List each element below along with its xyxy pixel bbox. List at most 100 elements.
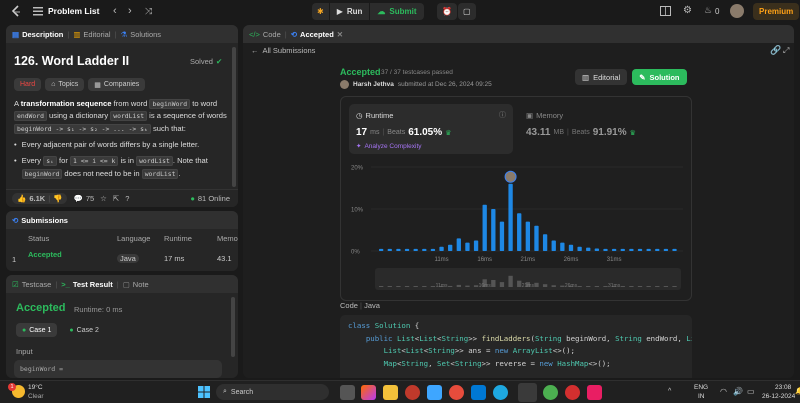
description-scrollbar[interactable] bbox=[232, 47, 236, 187]
check-circle-icon: ✔ bbox=[215, 57, 223, 66]
info-icon[interactable]: ⓘ bbox=[499, 110, 506, 120]
test-tabs: ☑ Testcase | >_ Test Result | ▢ Note bbox=[6, 275, 238, 293]
avatar[interactable] bbox=[730, 4, 744, 18]
code-viewer[interactable]: class Solution { public List<List<String… bbox=[340, 315, 692, 378]
battery-icon[interactable]: ▭ bbox=[747, 387, 755, 396]
minimap-bar bbox=[465, 285, 470, 287]
chart-bar bbox=[586, 247, 591, 251]
clock-date[interactable]: 26-12-2024 bbox=[762, 393, 795, 400]
opera-icon[interactable] bbox=[405, 385, 420, 400]
difficulty-badge[interactable]: Hard bbox=[14, 78, 42, 91]
editorial-button[interactable]: ▥ Editorial bbox=[575, 69, 628, 85]
app-icon[interactable] bbox=[565, 385, 580, 400]
taskbar-search[interactable]: ⌕ Search bbox=[216, 384, 329, 400]
bullet-item: • Every adjacent pair of words differs by… bbox=[14, 140, 200, 149]
minimap-bar bbox=[534, 282, 539, 287]
volume-icon[interactable]: 🔊 bbox=[733, 387, 743, 396]
x-tick-label: 16ms bbox=[477, 257, 492, 263]
problem-list-link[interactable]: Problem List bbox=[48, 6, 99, 16]
app-icon[interactable] bbox=[587, 385, 602, 400]
timer-button[interactable]: ⏰ bbox=[437, 3, 457, 20]
debug-button[interactable]: ✱ bbox=[312, 3, 329, 20]
tab-submissions[interactable]: ⟲ Submissions bbox=[12, 216, 68, 225]
file-explorer-icon[interactable] bbox=[383, 385, 398, 400]
chart-bar bbox=[413, 248, 418, 251]
column-status[interactable]: Status bbox=[28, 234, 49, 243]
share-icon[interactable]: ⇱ bbox=[113, 194, 119, 203]
close-icon[interactable]: ✕ bbox=[337, 30, 343, 39]
tab-editorial[interactable]: ▥ Editorial bbox=[73, 30, 110, 39]
runtime-box[interactable]: ◷ Runtime ⓘ 17 ms | Beats 61.05% ♛ ✦ Analyze Co… bbox=[349, 104, 513, 154]
leetcode-logo-icon[interactable] bbox=[10, 5, 22, 18]
shuffle-icon[interactable]: ⤨ bbox=[145, 6, 152, 17]
like-button[interactable]: 👍 6.1K | 👎 bbox=[12, 193, 68, 204]
tab-testcase[interactable]: ☑ Testcase bbox=[12, 280, 51, 289]
tab-solutions[interactable]: ⚗ Solutions bbox=[120, 30, 161, 39]
input-label: Input bbox=[16, 347, 33, 356]
active-app-icon[interactable] bbox=[518, 383, 537, 402]
comments-button[interactable]: 💬 75 bbox=[73, 194, 94, 203]
layout-icon[interactable] bbox=[660, 6, 671, 16]
cloud-upload-icon: ☁ bbox=[377, 7, 386, 16]
runtime-distribution-chart[interactable]: 20% 10% 0% 11ms 16ms 21ms 26ms 31ms 11ms 16ms 21ms… bbox=[349, 159, 689, 297]
expand-icon[interactable]: ⤢ bbox=[783, 46, 789, 56]
column-memory[interactable]: Memo bbox=[217, 234, 238, 243]
table-row[interactable]: 1 Accepted Java 17 ms 43.1 bbox=[6, 249, 238, 263]
windows-start-icon[interactable] bbox=[198, 386, 210, 400]
solution-button[interactable]: ✎ Solution bbox=[632, 69, 687, 85]
tab-description[interactable]: ▤ Description bbox=[12, 30, 63, 39]
vscode-icon[interactable] bbox=[471, 385, 486, 400]
chevron-left-icon[interactable]: ‹ bbox=[113, 5, 117, 17]
case-1-tab[interactable]: ● Case 1 bbox=[16, 323, 58, 337]
copilot-icon[interactable] bbox=[361, 385, 376, 400]
column-language[interactable]: Language bbox=[117, 234, 150, 243]
submit-button[interactable]: ☁ Submit bbox=[370, 3, 424, 20]
runtime-value: 17 ms | Beats 61.05% ♛ bbox=[356, 127, 452, 138]
minimap-bar bbox=[404, 286, 410, 287]
chrome-icon[interactable] bbox=[543, 385, 558, 400]
back-to-submissions[interactable]: ← All Submissions bbox=[251, 46, 315, 55]
language-indicator[interactable]: ENG bbox=[694, 384, 708, 391]
memory-box[interactable]: ▣ Memory 43.11 MB | Beats 91.91% ♛ bbox=[521, 104, 685, 154]
chevron-right-icon[interactable]: › bbox=[128, 5, 132, 17]
user-name[interactable]: Harsh Jethva bbox=[353, 81, 394, 88]
note-icon: ▢ bbox=[463, 7, 471, 16]
link-icon[interactable]: 🔗 bbox=[770, 45, 781, 56]
help-icon[interactable]: ? bbox=[125, 194, 129, 203]
app-icon[interactable] bbox=[449, 385, 464, 400]
x-tick-label: 21ms bbox=[521, 257, 536, 263]
tab-test-result[interactable]: >_ Test Result bbox=[61, 280, 112, 289]
star-icon[interactable]: ☆ bbox=[100, 194, 107, 203]
minimap-tick-label: 16ms bbox=[479, 283, 492, 289]
tray-chevron-icon[interactable]: ^ bbox=[668, 388, 671, 395]
task-view-icon[interactable] bbox=[340, 385, 355, 400]
edge-icon[interactable] bbox=[493, 385, 508, 400]
run-button[interactable]: ▶ Run bbox=[329, 3, 370, 20]
minimap-bar bbox=[577, 286, 582, 287]
tab-note[interactable]: ▢ Note bbox=[123, 280, 149, 289]
wifi-icon[interactable]: ◠ bbox=[720, 387, 727, 396]
gear-icon[interactable]: ⚙ bbox=[683, 5, 692, 16]
analyze-complexity-button[interactable]: ✦ Analyze Complexity bbox=[356, 142, 422, 151]
testcases-passed: 37 / 37 testcases passed bbox=[381, 69, 453, 76]
tab-accepted[interactable]: ⟲ Accepted ✕ bbox=[291, 30, 343, 39]
result-actions: ▥ Editorial ✎ Solution bbox=[575, 69, 687, 85]
online-count: ● 81 Online bbox=[190, 194, 230, 203]
notes-button[interactable]: ▢ bbox=[458, 3, 476, 20]
thumbs-down-icon[interactable]: 👎 bbox=[53, 194, 62, 203]
column-runtime[interactable]: Runtime bbox=[164, 234, 192, 243]
fire-icon[interactable]: ♨ bbox=[704, 5, 712, 16]
app-icon[interactable] bbox=[427, 385, 442, 400]
companies-button[interactable]: ▦ Companies bbox=[88, 78, 146, 91]
premium-button[interactable]: Premium bbox=[753, 3, 800, 20]
input-value[interactable]: beginWord = bbox=[14, 360, 222, 378]
topics-button[interactable]: ⌂ Topics bbox=[45, 78, 85, 91]
notification-bell-icon[interactable]: 🔔 bbox=[795, 387, 800, 395]
minimap-tick-label: 11ms bbox=[436, 283, 448, 289]
list-icon[interactable] bbox=[33, 6, 43, 16]
tab-code[interactable]: </> Code bbox=[249, 30, 281, 39]
clock-time[interactable]: 23:08 bbox=[775, 384, 791, 391]
case-2-tab[interactable]: ● Case 2 bbox=[63, 323, 104, 337]
test-scrollbar[interactable] bbox=[231, 297, 235, 357]
region-indicator[interactable]: IN bbox=[698, 393, 705, 400]
